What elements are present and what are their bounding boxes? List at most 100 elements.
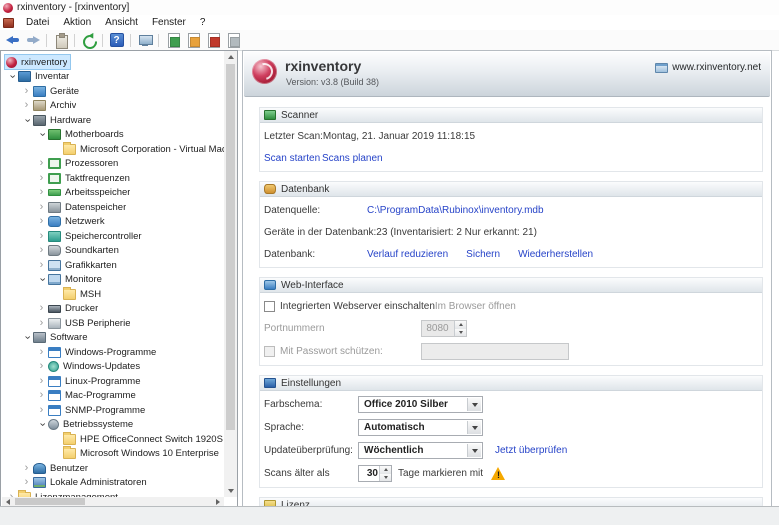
tree-item-drucker[interactable]: Drucker — [2, 302, 224, 317]
tree-item-msh[interactable]: MSH — [2, 286, 224, 302]
scans-older-stepper[interactable]: 30 — [358, 465, 392, 482]
tree-item-content[interactable]: SNMP-Programme — [47, 403, 148, 417]
tree-item-content[interactable]: Betriebssysteme — [47, 418, 136, 432]
collapse-icon[interactable] — [36, 420, 47, 429]
refresh-button[interactable] — [79, 31, 98, 49]
back-button[interactable] — [3, 31, 22, 49]
expand-icon[interactable] — [36, 319, 47, 328]
tree-item-netzwerk[interactable]: Netzwerk — [2, 215, 224, 230]
tree-item-hardware[interactable]: Hardware — [2, 113, 224, 128]
tree-item-snmp-programme[interactable]: SNMP-Programme — [2, 403, 224, 418]
remote-button[interactable] — [135, 31, 154, 49]
tree-item-content[interactable]: Grafikkarten — [47, 258, 120, 272]
collapse-icon[interactable] — [21, 333, 32, 342]
expand-icon[interactable] — [21, 87, 32, 96]
tree-item-datenspeicher[interactable]: Datenspeicher — [2, 200, 224, 215]
tree-item-content[interactable]: Microsoft Windows 10 Enterprise — [62, 446, 222, 461]
collapse-icon[interactable] — [36, 275, 47, 284]
tree-item-linux-programme[interactable]: Linux-Programme — [2, 374, 224, 389]
scan-schedule-link[interactable]: Scans planen — [322, 153, 383, 164]
tree-item-content[interactable]: Arbeitsspeicher — [47, 186, 133, 200]
expand-icon[interactable] — [36, 174, 47, 183]
tree-item-mac-programme[interactable]: Mac-Programme — [2, 389, 224, 404]
tree-item-prozessoren[interactable]: Prozessoren — [2, 157, 224, 172]
expand-icon[interactable] — [21, 101, 32, 110]
scroll-down-icon[interactable] — [224, 485, 237, 497]
tree-item-lizenzmanagement[interactable]: Lizenzmanagement — [2, 489, 224, 497]
expand-icon[interactable] — [36, 246, 47, 255]
tree-item-content[interactable]: Inventar — [17, 70, 72, 84]
help-button[interactable] — [107, 31, 126, 49]
expand-icon[interactable] — [36, 304, 47, 313]
menu-ansicht[interactable]: Ansicht — [98, 16, 145, 29]
menu-aktion[interactable]: Aktion — [56, 16, 98, 29]
dropdown-arrow-icon[interactable] — [467, 444, 481, 457]
collapse-icon[interactable] — [21, 116, 32, 125]
menu-fenster[interactable]: Fenster — [145, 16, 193, 29]
tree-vertical-scrollbar[interactable] — [224, 51, 237, 497]
tree-item-content[interactable]: Soundkarten — [47, 244, 122, 258]
doc-excel-button[interactable] — [163, 31, 182, 49]
expand-icon[interactable] — [36, 217, 47, 226]
expand-icon[interactable] — [36, 391, 47, 400]
scrollbar-thumb[interactable] — [15, 498, 85, 505]
tree-item-windows-programme[interactable]: Windows-Programme — [2, 345, 224, 360]
tree-item-ger-te[interactable]: Geräte — [2, 84, 224, 99]
tree-item-content[interactable]: Archiv — [32, 99, 79, 113]
tree-item-grafikkarten[interactable]: Grafikkarten — [2, 258, 224, 273]
tree-item-inventar[interactable]: Inventar — [2, 70, 224, 85]
stepper-arrows-icon[interactable] — [379, 466, 391, 481]
dropdown-arrow-icon[interactable] — [467, 398, 481, 411]
tree-item-windows-updates[interactable]: Windows-Updates — [2, 360, 224, 375]
tree-item-software[interactable]: Software — [2, 331, 224, 346]
tree-item-content[interactable]: Windows-Updates — [47, 360, 143, 374]
expand-icon[interactable] — [21, 464, 32, 473]
doc-pdf-button[interactable] — [203, 31, 222, 49]
webserver-checkbox[interactable] — [264, 300, 275, 312]
paste-button[interactable] — [51, 31, 70, 49]
check-now-link[interactable]: Jetzt überprüfen — [495, 445, 567, 456]
expand-icon[interactable] — [36, 203, 47, 212]
expand-icon[interactable] — [36, 232, 47, 241]
tree-item-content[interactable]: Windows-Programme — [47, 345, 159, 359]
tree-item-content[interactable]: Datenspeicher — [47, 200, 129, 214]
tree-item-speichercontroller[interactable]: Speichercontroller — [2, 229, 224, 244]
tree-item-content[interactable]: Drucker — [47, 302, 101, 316]
tree-item-lokale-administratoren[interactable]: Lokale Administratoren — [2, 476, 224, 491]
update-check-dropdown[interactable]: Wöchentlich — [358, 442, 483, 459]
tree-item-taktfrequenzen[interactable]: Taktfrequenzen — [2, 171, 224, 186]
menu-datei[interactable]: Datei — [19, 16, 56, 29]
forward-button[interactable] — [23, 31, 42, 49]
color-scheme-dropdown[interactable]: Office 2010 Silber — [358, 396, 483, 413]
tree-item-arbeitsspeicher[interactable]: Arbeitsspeicher — [2, 186, 224, 201]
tree-horizontal-scrollbar[interactable] — [2, 497, 224, 506]
scroll-right-icon[interactable] — [212, 497, 224, 506]
expand-icon[interactable] — [36, 159, 47, 168]
tree-item-usb-peripherie[interactable]: USB Peripherie — [2, 316, 224, 331]
tree-item-content[interactable]: Netzwerk — [47, 215, 108, 229]
expand-icon[interactable] — [36, 348, 47, 357]
restore-link[interactable]: Wiederherstellen — [518, 249, 593, 260]
tree-item-hpe-officeconnect-switch-1920s-8g-pp[interactable]: HPE OfficeConnect Switch 1920S 8G PP — [2, 431, 224, 447]
tree-item-content[interactable]: Monitore — [47, 273, 105, 287]
scroll-up-icon[interactable] — [224, 51, 237, 63]
tree-item-content[interactable]: Lokale Administratoren — [32, 476, 150, 490]
tree-item-monitore[interactable]: Monitore — [2, 273, 224, 288]
scrollbar-thumb[interactable] — [226, 64, 235, 430]
reduce-history-link[interactable]: Verlauf reduzieren — [367, 249, 448, 260]
website-link[interactable]: www.rxinventory.net — [655, 62, 761, 73]
tree-item-content[interactable]: Taktfrequenzen — [47, 171, 133, 185]
tree-item-content[interactable]: HPE OfficeConnect Switch 1920S 8G PP — [62, 431, 224, 446]
tree-item-content[interactable]: Motherboards — [47, 128, 127, 142]
tree-item-content[interactable]: Geräte — [32, 84, 82, 98]
tree-item-content[interactable]: Prozessoren — [47, 157, 121, 171]
tree-item-betriebssysteme[interactable]: Betriebssysteme — [2, 418, 224, 433]
tree-item-benutzer[interactable]: Benutzer — [2, 461, 224, 476]
dropdown-arrow-icon[interactable] — [467, 421, 481, 434]
datasource-path-link[interactable]: C:\ProgramData\Rubinox\inventory.mdb — [367, 205, 544, 216]
collapse-icon[interactable] — [36, 130, 47, 139]
language-dropdown[interactable]: Automatisch — [358, 419, 483, 436]
scroll-left-icon[interactable] — [2, 497, 14, 506]
backup-link[interactable]: Sichern — [466, 249, 500, 260]
expand-icon[interactable] — [21, 478, 32, 487]
